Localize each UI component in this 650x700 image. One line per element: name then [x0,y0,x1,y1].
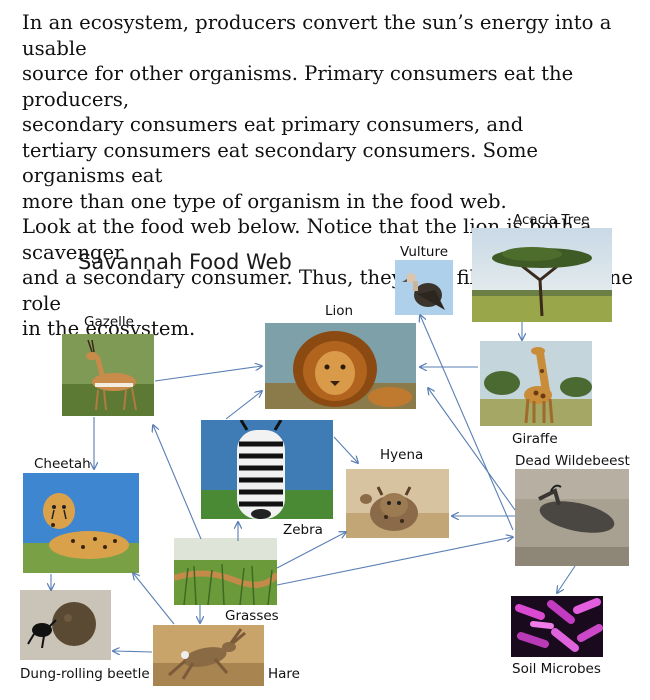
label-cheetah: Cheetah [34,456,91,472]
label-lion: Lion [325,303,354,319]
arrow-hare-to-cheetah [133,573,175,625]
arrow-grasses-to-gazelle [153,425,202,540]
label-vulture: Vulture [400,244,449,260]
arrow-zebra-to-lion [225,391,262,420]
label-dung-rolling-beetle: Dung-rolling beetle [20,666,150,682]
label-zebra: Zebra [283,522,323,538]
arrow-zebra-to-hyena [333,436,358,463]
label-gazelle: Gazelle [84,314,134,330]
arrow-dead-wildebeest-to-soil-microbes [557,565,576,593]
arrow-dead-wildebeest-to-vulture [420,315,514,531]
label-hare: Hare [268,666,300,682]
food-web-arrows [0,0,576,700]
label-grasses: Grasses [225,608,279,624]
label-acacia-tree: Acacia Tree [513,212,590,228]
label-dead-wildebeest: Dead Wildebeest [515,453,630,469]
label-giraffe: Giraffe [512,431,558,447]
arrow-hare-to-dung-rolling-beetle [113,651,153,652]
arrow-gazelle-to-lion [154,366,262,382]
arrow-dead-wildebeest-to-lion [428,388,516,511]
arrow-grasses-to-dead-wildebeest [276,537,513,586]
label-hyena: Hyena [380,447,424,463]
label-soil-microbes: Soil Microbes [512,661,601,677]
